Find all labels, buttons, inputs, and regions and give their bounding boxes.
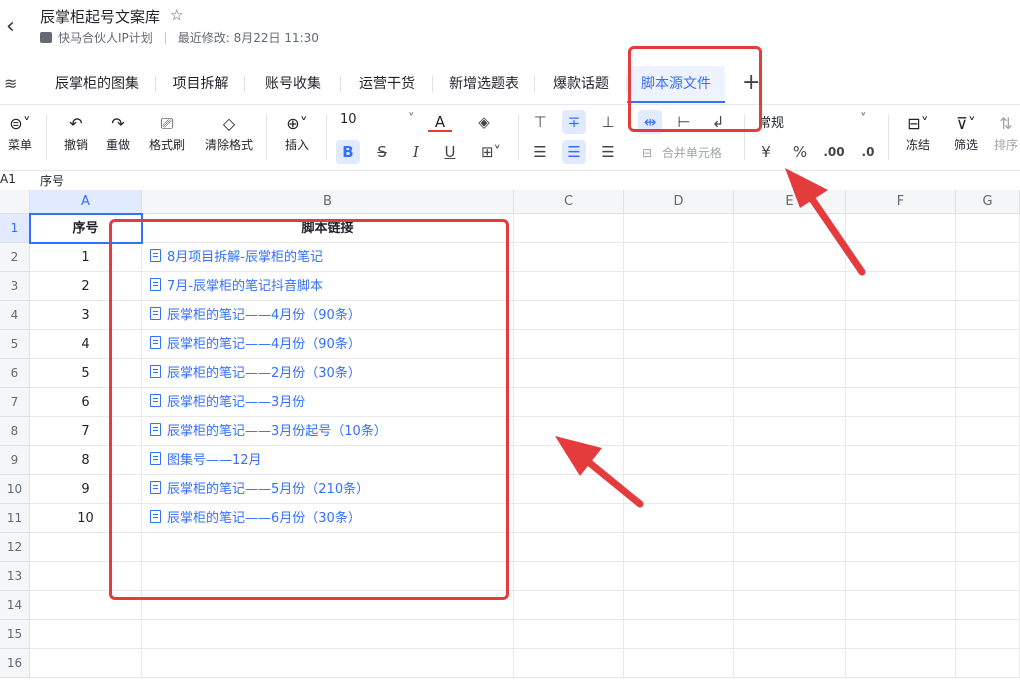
annotation-arrows <box>555 168 866 508</box>
arrow-icon <box>555 436 644 508</box>
arrow-icon <box>785 168 866 276</box>
